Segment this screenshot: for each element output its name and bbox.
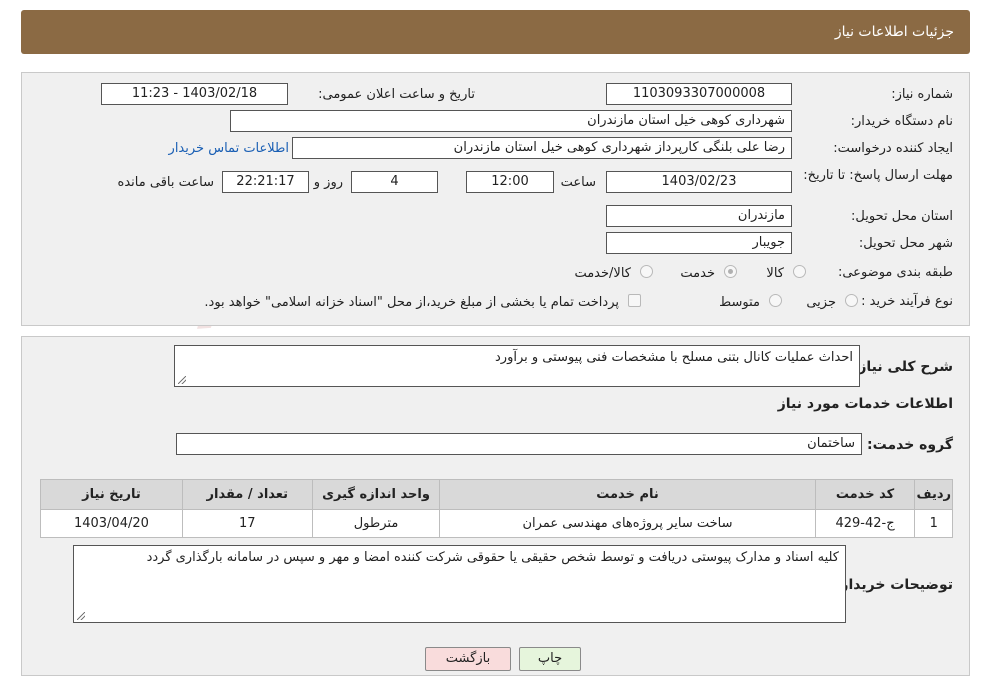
need-number-label: شماره نیاز: (891, 87, 953, 102)
city-label: شهر محل تحویل: (858, 236, 953, 251)
col-header-row-number: ردیف (914, 479, 953, 510)
resize-handle-icon[interactable] (178, 376, 186, 384)
purchase-option-medium: متوسط (719, 295, 760, 310)
purchase-type-label: نوع فرآیند خرید : (861, 294, 953, 309)
days-label: روز و (313, 175, 343, 190)
purchase-option-minor: جزیی (806, 295, 836, 310)
purchase-radio-medium[interactable] (769, 294, 782, 307)
creator-label: ایجاد کننده درخواست: (833, 141, 953, 156)
buyer-notes-textarea[interactable]: کلیه اسناد و مدارک پیوستی دریافت و توسط … (73, 545, 846, 623)
announce-date-field[interactable]: 1403/02/18 - 11:23 (101, 83, 288, 105)
back-button[interactable]: بازگشت (425, 647, 511, 671)
service-group-field[interactable]: ساختمان (176, 433, 862, 455)
print-button[interactable]: چاپ (519, 647, 581, 671)
buyer-org-label: نام دستگاه خریدار: (850, 114, 953, 129)
city-field[interactable]: جویبار (606, 232, 792, 254)
summary-text: احداث عملیات کانال بتنی مسلح با مشخصات ف… (495, 350, 853, 365)
table-header-row: ردیف کد خدمت نام خدمت واحد اندازه گیری ت… (40, 479, 953, 510)
treasury-payment-checkbox[interactable] (628, 294, 641, 307)
service-group-label: گروه خدمت: (867, 437, 953, 453)
buyer-org-field[interactable]: شهرداری کوهی خیل استان مازندران (230, 110, 792, 132)
category-label: طبقه بندی موضوعی: (837, 265, 953, 280)
treasury-payment-note: پرداخت تمام یا بخشی از مبلغ خرید،از محل … (204, 295, 619, 310)
page-header: جزئیات اطلاعات نیاز (21, 10, 970, 54)
col-header-service-name: نام خدمت (439, 479, 816, 510)
summary-textarea[interactable]: احداث عملیات کانال بتنی مسلح با مشخصات ف… (174, 345, 860, 387)
cell-unit: مترطول (311, 509, 441, 538)
cell-service-name: ساخت سایر پروژه‌های مهندسی عمران (439, 509, 816, 538)
cell-quantity: 17 (181, 509, 313, 538)
summary-label: شرح کلی نیاز: (852, 359, 953, 375)
deadline-date-field[interactable]: 1403/02/23 (606, 171, 792, 193)
creator-field[interactable]: رضا علی بلنگی کارپرداز شهرداری کوهی خیل … (292, 137, 792, 159)
col-header-quantity: تعداد / مقدار (181, 479, 313, 510)
need-details-panel: شماره نیاز: 1103093307000008 تاریخ و ساع… (21, 72, 970, 326)
category-radio-goods[interactable] (793, 265, 806, 278)
col-header-service-code: کد خدمت (814, 479, 916, 510)
days-remaining-field[interactable]: 4 (351, 171, 438, 193)
buyer-notes-label: توضیحات خریدار: (834, 577, 953, 593)
cell-service-code: ج-42-429 (814, 509, 916, 538)
category-radio-goods-service[interactable] (640, 265, 653, 278)
col-header-unit: واحد اندازه گیری (311, 479, 441, 510)
remaining-time-label: ساعت باقی مانده (117, 175, 214, 190)
deadline-time-field[interactable]: 12:00 (466, 171, 554, 193)
deadline-label: مهلت ارسال پاسخ: تا تاریخ: (803, 168, 953, 183)
category-option-service: خدمت (680, 266, 715, 281)
category-option-goods: کالا (766, 266, 784, 281)
services-section-title: اطلاعات خدمات مورد نیاز (777, 396, 953, 412)
category-radio-service[interactable] (724, 265, 737, 278)
deadline-time-label: ساعت (560, 175, 596, 190)
province-field[interactable]: مازندران (606, 205, 792, 227)
cell-row-number: 1 (914, 509, 953, 538)
need-info-panel: شرح کلی نیاز: احداث عملیات کانال بتنی مس… (21, 336, 970, 676)
remaining-time-field[interactable]: 22:21:17 (222, 171, 309, 193)
need-number-field[interactable]: 1103093307000008 (606, 83, 792, 105)
province-label: استان محل تحویل: (851, 209, 953, 224)
buyer-notes-text: کلیه اسناد و مدارک پیوستی دریافت و توسط … (146, 550, 839, 565)
cell-need-date: 1403/04/20 (40, 509, 183, 538)
category-option-goods-service: کالا/خدمت (574, 266, 631, 281)
buyer-contact-link[interactable]: اطلاعات تماس خریدار (169, 141, 289, 156)
col-header-need-date: تاریخ نیاز (40, 479, 183, 510)
services-table: ردیف کد خدمت نام خدمت واحد اندازه گیری ت… (40, 479, 953, 538)
resize-handle-icon[interactable] (77, 612, 85, 620)
page-title: جزئیات اطلاعات نیاز (834, 24, 954, 40)
purchase-radio-minor[interactable] (845, 294, 858, 307)
table-row: 1 ج-42-429 ساخت سایر پروژه‌های مهندسی عم… (40, 509, 953, 538)
announce-date-label: تاریخ و ساعت اعلان عمومی: (318, 87, 475, 102)
